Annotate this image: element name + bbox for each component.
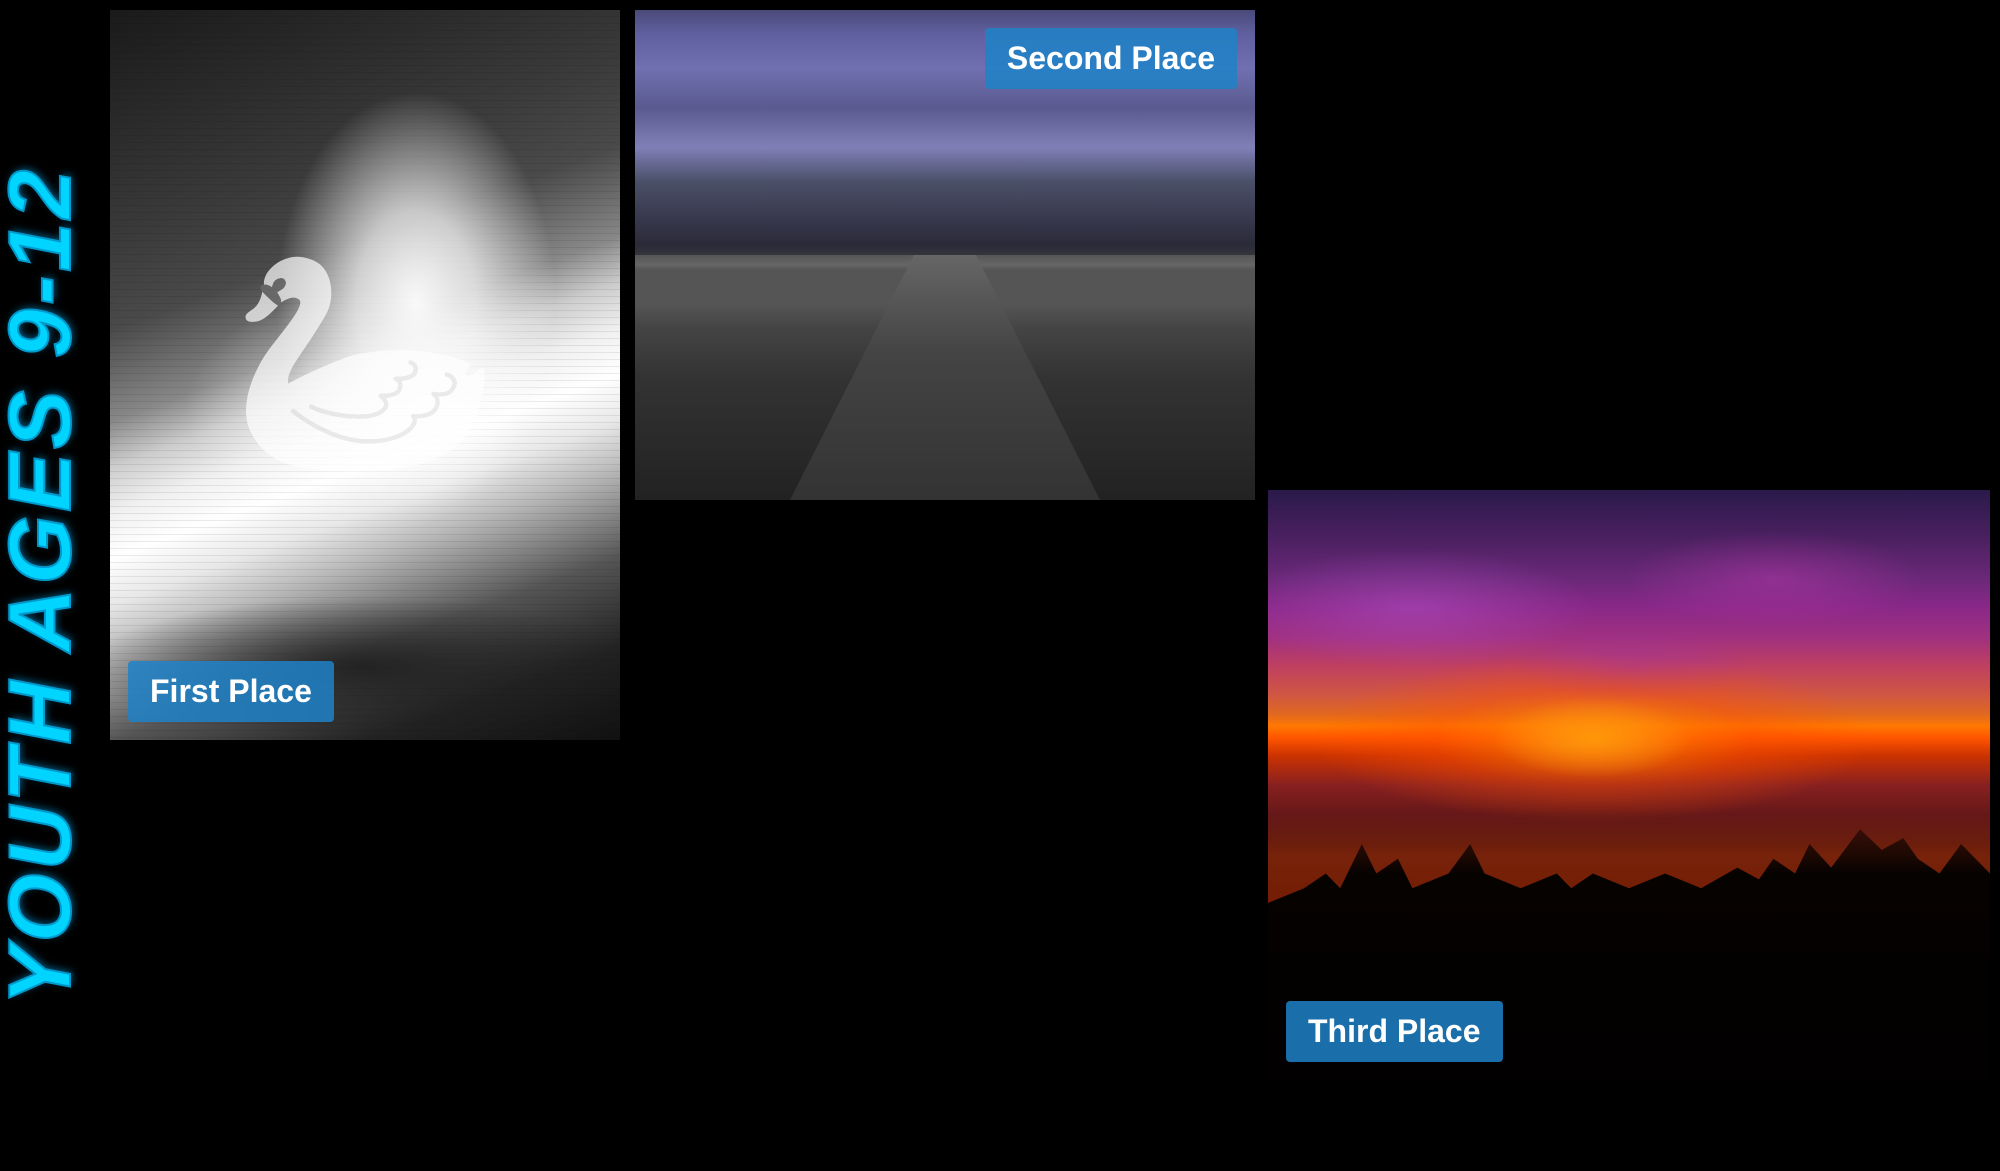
first-place-image <box>110 10 620 740</box>
second-place-container: Second Place <box>635 10 1255 500</box>
page-title: YOUTH AGES 9-12 <box>0 0 80 1171</box>
first-place-label: First Place <box>128 661 334 722</box>
second-place-label: Second Place <box>985 28 1237 89</box>
third-place-container: Third Place <box>1268 490 1990 1080</box>
first-place-container: First Place <box>110 10 620 740</box>
third-place-label: Third Place <box>1286 1001 1503 1062</box>
third-place-image <box>1268 490 1990 1080</box>
